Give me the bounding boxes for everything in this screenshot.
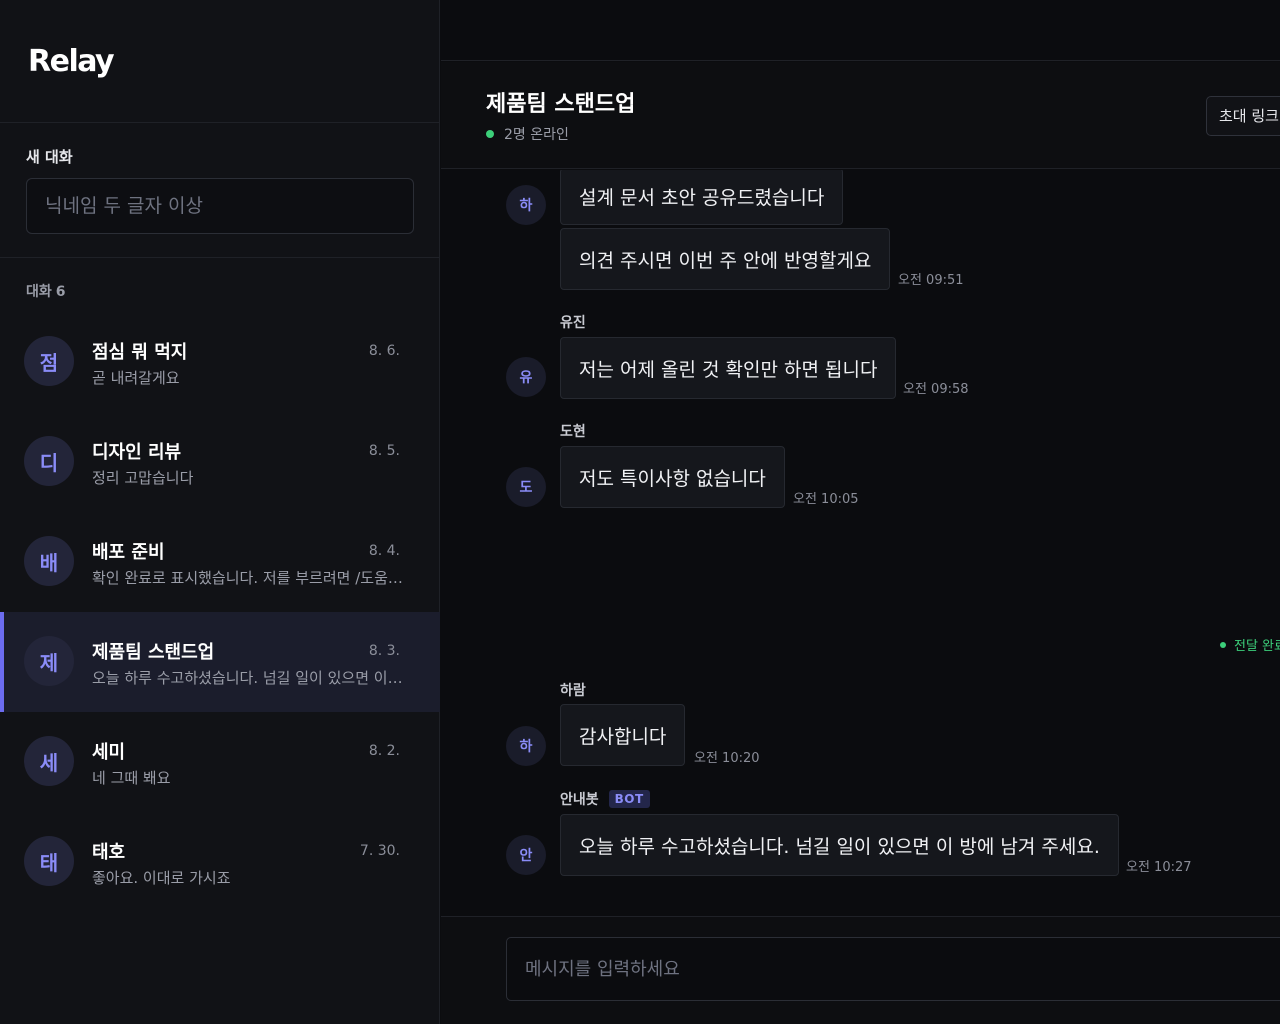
conversation-name: 세미 [92,742,126,763]
composer [441,916,1280,1024]
sender-name: 하람 [560,683,586,699]
avatar: 세 [24,736,74,786]
chat-panel: 제품팀 스탠드업 2명 온라인 초대 링크 하 설계 문서 초안 공유드렸습니다… [441,0,1280,1024]
conversation-preview: 곧 내려갈게요 [92,369,180,387]
message-input[interactable] [506,937,1280,1001]
message-time: 오전 10:20 [694,751,760,766]
conversation-item[interactable]: 점 점심 뭐 먹지 곧 내려갈게요 8. 6. [0,312,440,412]
avatar: 디 [24,436,74,486]
conversation-name: 태호 [92,842,126,863]
avatar: 배 [24,536,74,586]
message-time: 오전 10:27 [1126,860,1192,875]
online-dot-icon [486,130,494,138]
new-chat-label: 새 대화 [26,148,73,166]
conversation-date: 8. 6. [368,343,400,359]
sidebar: Relay 새 대화 대화6 점 점심 뭐 먹지 곧 내려갈게요 8. 6. 디… [0,0,440,1024]
avatar: 제 [24,636,74,686]
delivered-dot-icon [1220,641,1226,648]
message-time: 오전 09:58 [903,382,969,397]
conversation-item-active[interactable]: 제 제품팀 스탠드업 오늘 하루 수고하셨습니다. 넘길 일이 있으면 이 방에… [0,612,440,712]
message-list: 하 설계 문서 초안 공유드렸습니다 의견 주시면 이번 주 안에 반영할게요 … [441,170,1280,916]
conversations-label: 대화 [26,284,52,300]
room-title: 제품팀 스탠드업 [486,92,636,117]
message-bubble: 오늘 하루 수고하셨습니다. 넘길 일이 있으면 이 방에 남겨 주세요. [560,814,1119,876]
avatar: 점 [24,336,74,386]
delivery-label: 전달 완료 [1234,639,1280,654]
conversation-preview: 정리 고맙습니다 [92,469,194,487]
conversations-header: 대화 6 [26,281,70,301]
brand-logo: Relay [28,44,115,79]
conversation-name: 점심 뭐 먹지 [92,342,188,363]
conversation-date: 7. 30. [359,843,400,859]
message-bubble: 감사합니다 [560,704,686,766]
conversation-name: 배포 준비 [92,542,165,563]
conversation-preview: 확인 완료로 표시했습니다. 저를 부르려면 /도움말 을 입력하세요. [92,569,404,587]
online-status: 2명 온라인 [486,124,569,144]
conversation-preview: 오늘 하루 수고하셨습니다. 넘길 일이 있으면 이 방에 남겨 주세요. [92,669,404,687]
avatar: 태 [24,836,74,886]
message-bubble: 설계 문서 초안 공유드렸습니다 [560,170,844,225]
conversation-date: 8. 3. [368,643,400,659]
conversation-preview: 좋아요. 이대로 가시죠 [92,869,231,887]
conversation-item[interactable]: 디 디자인 리뷰 정리 고맙습니다 8. 5. [0,412,440,512]
sender-name-text: 안내봇 [560,792,599,808]
divider [0,122,440,123]
room-header: 제품팀 스탠드업 2명 온라인 초대 링크 [441,62,1280,169]
conversation-item[interactable]: 태 태호 좋아요. 이대로 가시죠 7. 30. [0,812,440,912]
conversation-list: 점 점심 뭐 먹지 곧 내려갈게요 8. 6. 디 디자인 리뷰 정리 고맙습니… [0,312,440,912]
sender-name: 도현 [560,424,586,440]
nickname-input[interactable] [26,178,414,234]
message-time: 오전 10:05 [793,492,859,507]
top-bar [441,0,1280,61]
message-bubble: 저도 특이사항 없습니다 [560,446,785,508]
conversation-name: 제품팀 스탠드업 [92,642,215,663]
avatar: 하 [506,185,546,225]
bot-badge: BOT [608,790,650,808]
conversation-date: 8. 5. [368,443,400,459]
app-root: Relay 새 대화 대화6 점 점심 뭐 먹지 곧 내려갈게요 8. 6. 디… [0,0,1280,1024]
avatar: 도 [506,467,546,507]
avatar: 유 [506,357,546,397]
invite-link-button[interactable]: 초대 링크 [1206,96,1280,136]
conversation-name: 디자인 리뷰 [92,442,182,463]
message-bubble: 저는 어제 올린 것 확인만 하면 됩니다 [560,337,897,399]
message-time: 오전 09:51 [898,273,964,288]
conversation-item[interactable]: 배 배포 준비 확인 완료로 표시했습니다. 저를 부르려면 /도움말 을 입력… [0,512,440,612]
avatar: 안 [506,835,546,875]
conversations-count: 6 [55,284,66,300]
sender-name: 유진 [560,315,586,331]
conversation-date: 8. 4. [368,543,400,559]
avatar: 하 [506,726,546,766]
divider [0,257,440,258]
conversation-date: 8. 2. [368,743,400,759]
conversation-item[interactable]: 세 세미 네 그때 봬요 8. 2. [0,712,440,812]
conversation-preview: 네 그때 봬요 [92,769,171,787]
delivery-status: 전달 완료 [1220,635,1280,654]
sender-name: 안내봇 BOT [560,789,650,809]
message-bubble: 의견 주시면 이번 주 안에 반영할게요 [560,228,891,290]
online-count: 2명 온라인 [504,127,569,143]
